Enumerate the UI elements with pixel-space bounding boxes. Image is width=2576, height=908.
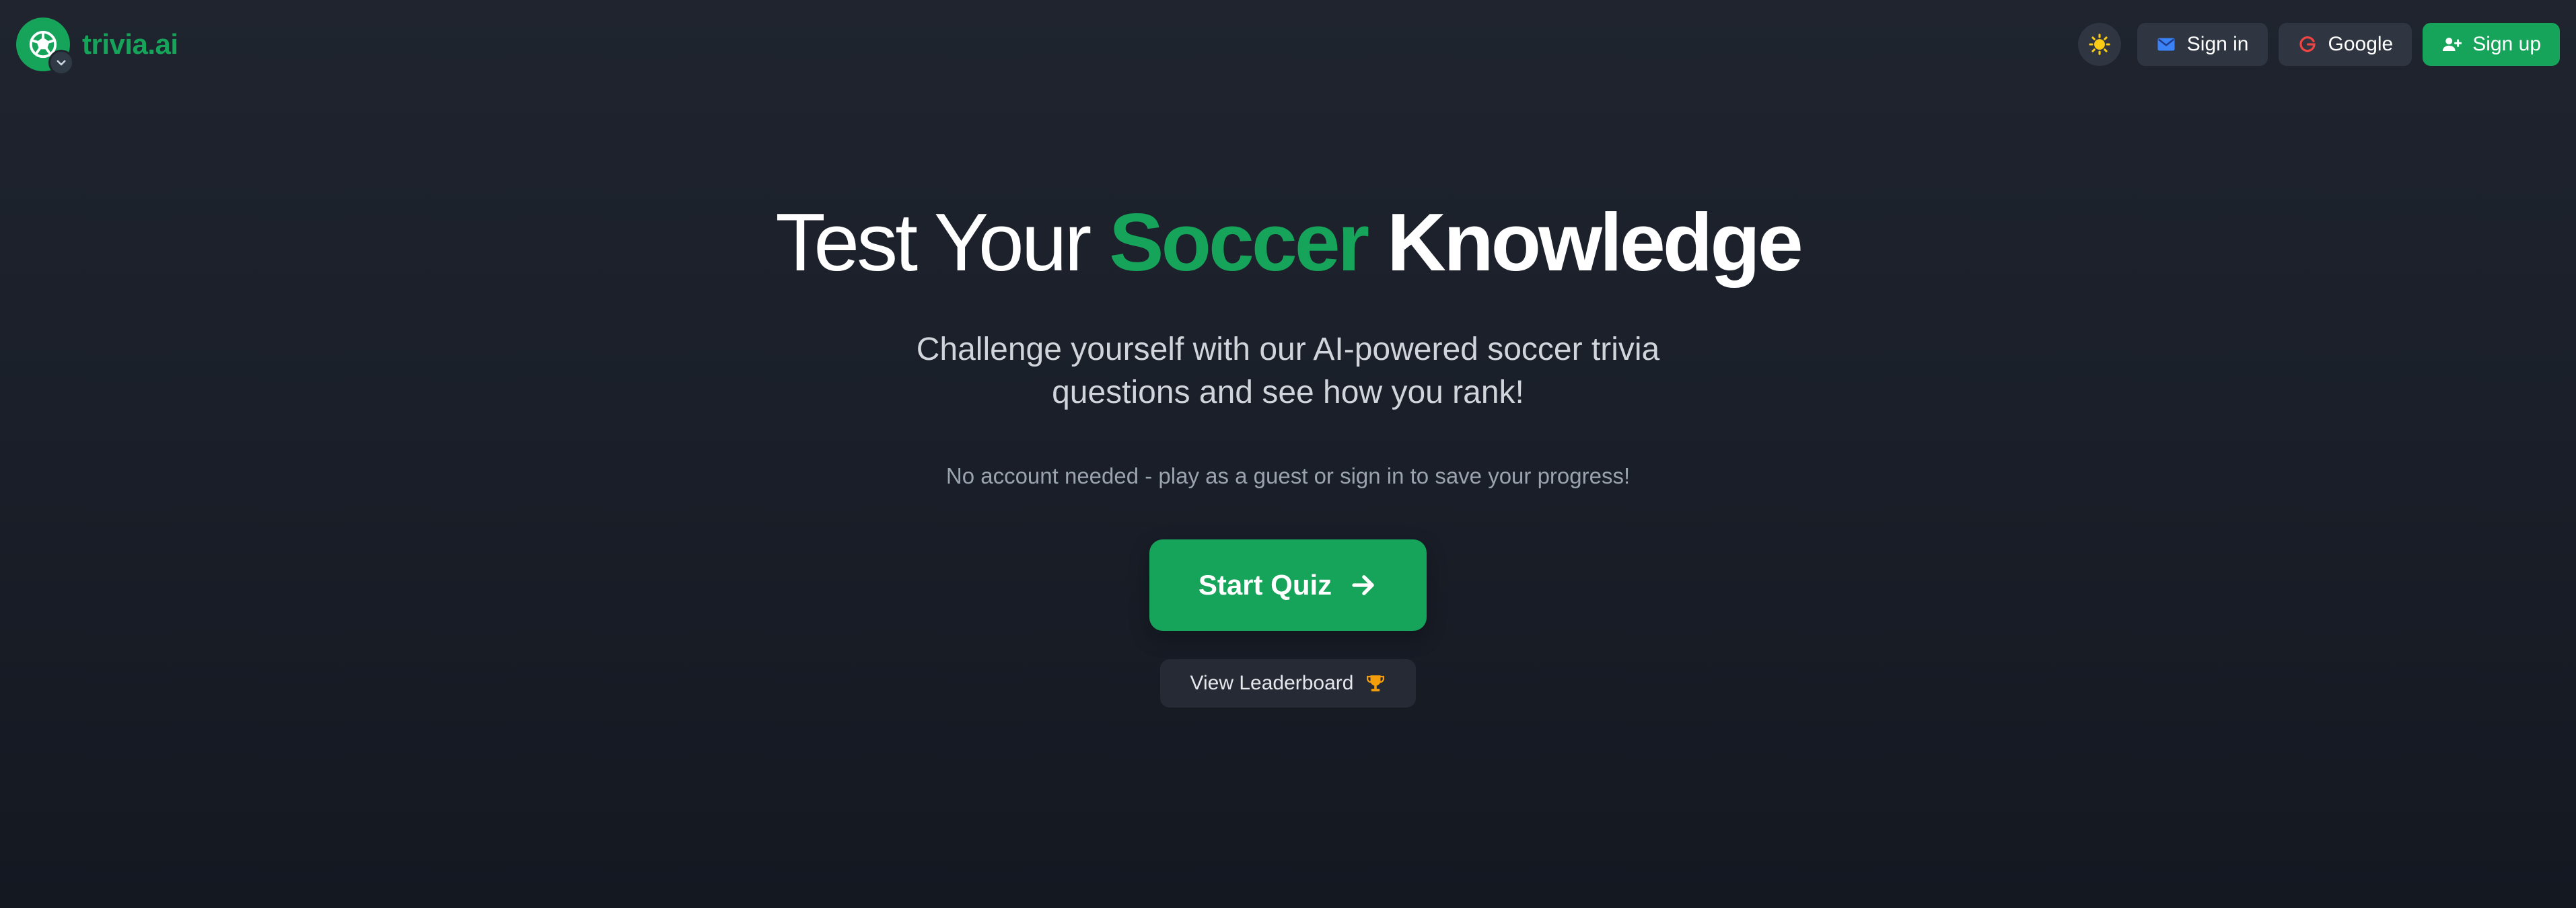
trophy-icon: [1367, 675, 1385, 691]
sign-in-label: Sign in: [2186, 33, 2249, 55]
top-navigation-bar: trivia.ai Sign in Google Sign up: [0, 0, 2576, 89]
guest-note: No account needed - play as a guest or s…: [945, 463, 1631, 488]
view-leaderboard-label: View Leaderboard: [1190, 672, 1354, 694]
hero-subtitle: Challenge yourself with our AI-powered s…: [916, 332, 1660, 410]
sign-up-button[interactable]: Sign up: [2423, 23, 2560, 66]
start-quiz-button[interactable]: Start Quiz: [1149, 539, 1427, 631]
hero-title-part2: Knowledge: [1387, 196, 1803, 288]
brand-name: trivia.ai: [82, 28, 178, 60]
mail-icon: [2157, 38, 2175, 51]
hero-title-accent: Soccer: [1109, 196, 1369, 288]
google-sign-in-button[interactable]: Google: [2278, 23, 2412, 66]
soccer-ball-icon: [16, 17, 74, 75]
google-icon: [2299, 36, 2316, 52]
sun-icon: [2089, 34, 2110, 55]
header-actions: Sign in Google Sign up: [2077, 23, 2560, 66]
chevron-down-icon: [48, 50, 74, 75]
hero-title: Test Your Soccer Knowledge: [0, 195, 2576, 289]
user-plus-icon: [2443, 38, 2462, 51]
arrow-right-icon: [1352, 575, 1374, 595]
sign-in-button[interactable]: Sign in: [2137, 23, 2268, 66]
hero-section: Test Your Soccer Knowledge Challenge you…: [0, 195, 2576, 708]
brand-home-link[interactable]: trivia.ai: [16, 16, 178, 75]
start-quiz-label: Start Quiz: [1198, 569, 1332, 601]
sign-up-label: Sign up: [2472, 33, 2541, 55]
theme-toggle-button[interactable]: [2077, 23, 2121, 66]
google-label: Google: [2328, 33, 2394, 55]
view-leaderboard-button[interactable]: View Leaderboard: [1160, 659, 1416, 708]
hero-title-part1: Test Your: [775, 196, 1092, 288]
